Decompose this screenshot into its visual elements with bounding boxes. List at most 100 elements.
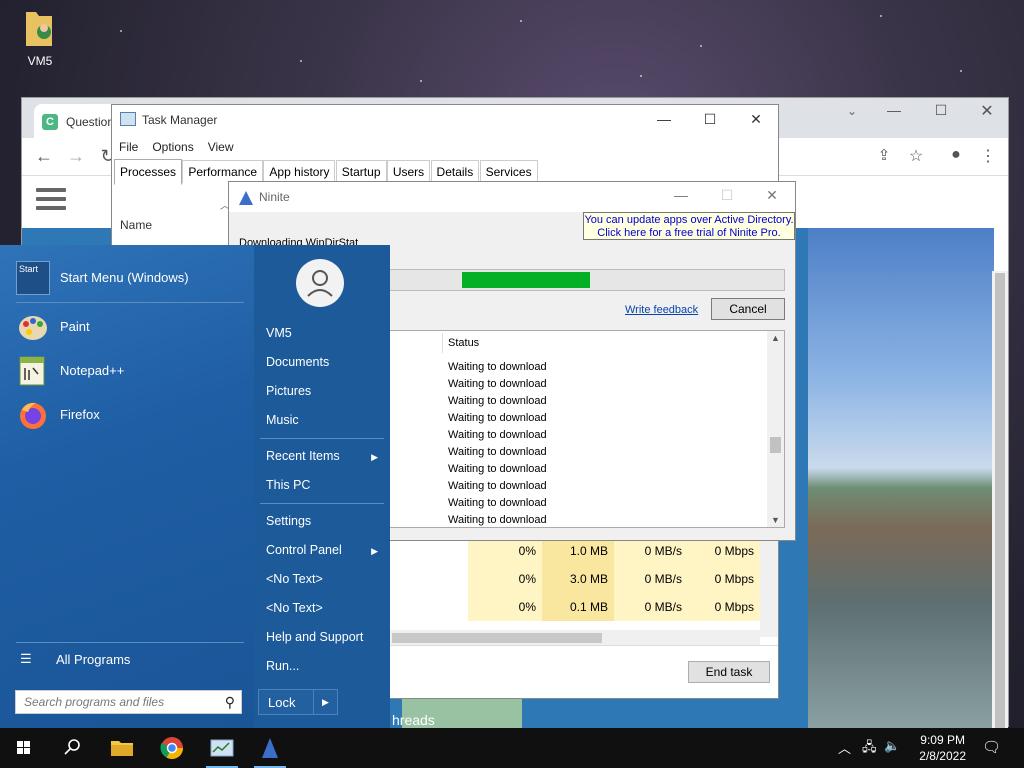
minimize-button[interactable]: — xyxy=(882,102,906,118)
start-search-input[interactable]: Search programs and files ⚲ xyxy=(15,690,242,714)
hamburger-menu-icon[interactable] xyxy=(36,188,66,210)
list-item: Waiting to download xyxy=(448,480,547,492)
start-link-no-text-1[interactable]: <No Text> xyxy=(266,572,323,586)
start-link-control-panel[interactable]: Control Panel xyxy=(266,543,342,557)
minimize-button[interactable]: — xyxy=(654,111,674,127)
firefox-icon xyxy=(16,398,50,432)
download-progress-bar xyxy=(389,269,785,291)
scroll-down-icon[interactable]: ▼ xyxy=(767,515,784,525)
start-link-music[interactable]: Music xyxy=(266,413,299,427)
start-menu-app-icon: Start xyxy=(16,261,50,295)
end-task-button[interactable]: End task xyxy=(688,661,770,683)
start-link-recent-items[interactable]: Recent Items xyxy=(266,449,340,463)
windows-start-icon[interactable] xyxy=(0,728,48,768)
memory-cell: 3.0 MB xyxy=(542,565,614,593)
start-link-settings[interactable]: Settings xyxy=(266,514,311,528)
pinned-start-menu-windows[interactable]: Start Start Menu (Windows) xyxy=(16,259,246,297)
network-cell: 0 Mbps xyxy=(688,565,760,593)
back-arrow-icon[interactable]: ← xyxy=(32,146,56,167)
task-manager-tabs: Processes Performance App history Startu… xyxy=(114,159,778,185)
search-icon[interactable] xyxy=(48,728,96,768)
desktop-icon-vm5[interactable]: VM5 xyxy=(12,8,68,68)
start-link-run[interactable]: Run... xyxy=(266,659,299,673)
page-scrollbar[interactable] xyxy=(992,271,1008,768)
network-icon[interactable]: 🖧 xyxy=(862,738,877,760)
process-vertical-scrollbar[interactable] xyxy=(760,537,778,637)
start-link-pictures[interactable]: Pictures xyxy=(266,384,311,398)
status-column-header[interactable]: Status xyxy=(448,337,479,349)
clock-time: 9:09 PM xyxy=(920,733,965,747)
submenu-arrow-icon: ▶ xyxy=(371,452,378,462)
pinned-label: Start Menu (Windows) xyxy=(60,270,189,285)
disk-cell: 0 MB/s xyxy=(614,593,688,621)
pinned-notepad-plus-plus[interactable]: Notepad++ xyxy=(16,352,246,390)
user-avatar[interactable] xyxy=(296,259,344,307)
status-list-scrollbar[interactable]: ▲ ▼ xyxy=(767,331,784,527)
maximize-button[interactable]: ☐ xyxy=(929,102,953,119)
chrome-icon[interactable] xyxy=(148,728,196,768)
memory-cell: 1.0 MB xyxy=(542,537,614,565)
chrome-menu-icon[interactable]: ⋮ xyxy=(976,146,1000,166)
search-icon[interactable]: ⚲ xyxy=(225,694,235,711)
table-row[interactable]: 0% 0.1 MB 0 MB/s 0 Mbps xyxy=(468,593,760,621)
close-button[interactable]: ✕ xyxy=(762,187,782,204)
process-horizontal-scrollbar[interactable] xyxy=(390,630,760,646)
lock-options-arrow-icon[interactable]: ▶ xyxy=(313,690,337,714)
tab-startup[interactable]: Startup xyxy=(335,160,387,183)
list-item: Waiting to download xyxy=(448,361,547,373)
tab-services[interactable]: Services xyxy=(479,160,538,183)
divider xyxy=(16,642,244,643)
start-link-no-text-2[interactable]: <No Text> xyxy=(266,601,323,615)
list-item: Waiting to download xyxy=(448,446,547,458)
task-manager-taskbar-icon[interactable] xyxy=(198,728,246,768)
ninite-taskbar-icon[interactable] xyxy=(246,728,294,768)
start-link-documents[interactable]: Documents xyxy=(266,355,329,369)
tab-processes[interactable]: Processes xyxy=(114,159,183,185)
minimize-button[interactable]: — xyxy=(671,187,691,203)
menu-view[interactable]: View xyxy=(201,137,241,157)
column-divider xyxy=(442,333,443,353)
tab-performance[interactable]: Performance xyxy=(182,160,264,183)
file-explorer-icon[interactable] xyxy=(98,728,146,768)
pinned-label: Paint xyxy=(60,319,90,334)
lock-button[interactable]: Lock ▶ xyxy=(258,689,338,715)
start-link-help-support[interactable]: Help and Support xyxy=(266,630,363,644)
start-link-user[interactable]: VM5 xyxy=(266,326,292,340)
cancel-button[interactable]: Cancel xyxy=(711,298,785,320)
start-link-this-pc[interactable]: This PC xyxy=(266,478,310,492)
taskbar-clock[interactable]: 9:09 PM 2/8/2022 xyxy=(919,732,966,764)
bookmark-star-icon[interactable]: ☆ xyxy=(904,146,928,166)
divider xyxy=(260,438,384,439)
all-programs-button[interactable]: ☰ All Programs xyxy=(20,651,130,667)
scroll-up-icon[interactable]: ▲ xyxy=(767,333,784,343)
pinned-firefox[interactable]: Firefox xyxy=(16,396,246,434)
tab-details[interactable]: Details xyxy=(430,160,480,183)
table-row[interactable]: 0% 3.0 MB 0 MB/s 0 Mbps xyxy=(468,565,760,593)
tab-users[interactable]: Users xyxy=(386,160,431,183)
maximize-button: ☐ xyxy=(720,187,734,203)
tab-app-history[interactable]: App history xyxy=(263,160,336,183)
volume-muted-icon[interactable]: 🔈 xyxy=(884,738,900,754)
write-feedback-link[interactable]: Write feedback xyxy=(625,304,698,316)
tab-search-icon[interactable]: ⌄ xyxy=(840,104,864,118)
close-button[interactable]: ✕ xyxy=(746,111,766,128)
table-row[interactable]: 0% 1.0 MB 0 MB/s 0 Mbps xyxy=(468,537,760,565)
ninite-pro-promo-link[interactable]: You can update apps over Active Director… xyxy=(583,212,795,240)
scroll-thumb[interactable] xyxy=(770,437,781,453)
disk-cell: 0 MB/s xyxy=(614,537,688,565)
notification-center-icon[interactable]: 🗨 xyxy=(982,738,1001,756)
tray-overflow-chevron-icon[interactable]: ︿ xyxy=(838,738,851,757)
network-cell: 0 Mbps xyxy=(688,537,760,565)
progress-fill xyxy=(462,272,590,288)
pinned-paint[interactable]: Paint xyxy=(16,308,246,346)
name-column-header[interactable]: Name xyxy=(120,218,152,232)
maximize-button[interactable]: ☐ xyxy=(700,111,720,128)
pinned-label: Notepad++ xyxy=(60,363,125,378)
close-button[interactable]: ✕ xyxy=(975,101,999,121)
share-icon[interactable]: ⇪ xyxy=(872,146,896,164)
forward-arrow-icon[interactable]: → xyxy=(64,146,88,167)
menu-options[interactable]: Options xyxy=(145,137,200,157)
status-rows: Waiting to download Waiting to download … xyxy=(448,359,547,529)
profile-icon[interactable]: ● xyxy=(944,146,968,164)
menu-file[interactable]: File xyxy=(112,137,145,157)
